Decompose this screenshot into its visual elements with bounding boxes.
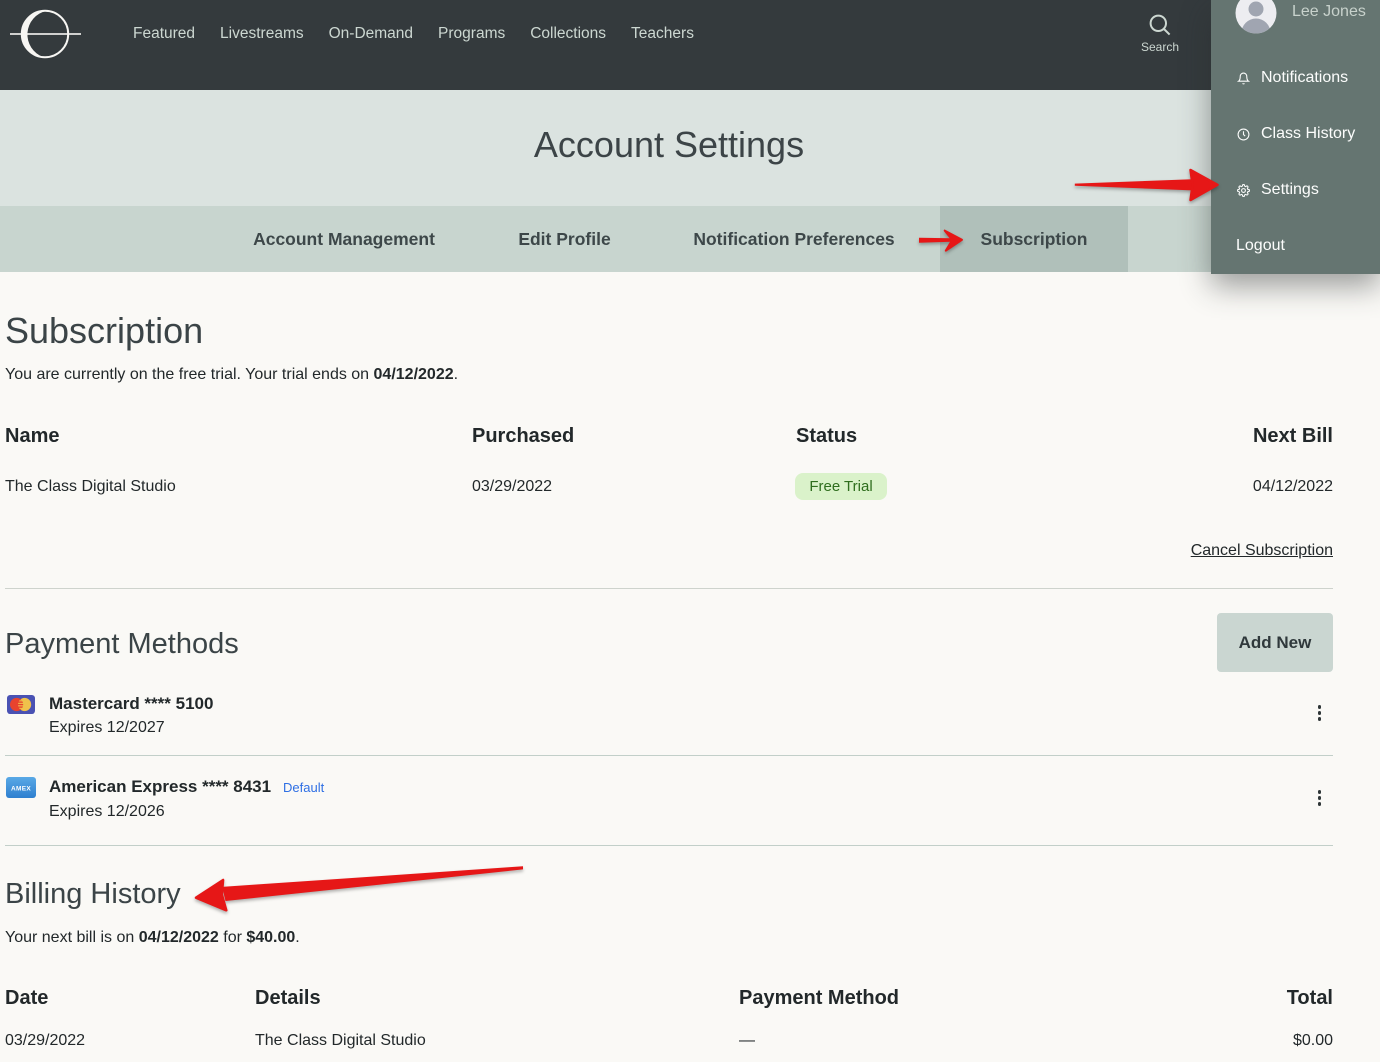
svg-text:AMEX: AMEX (11, 785, 31, 792)
